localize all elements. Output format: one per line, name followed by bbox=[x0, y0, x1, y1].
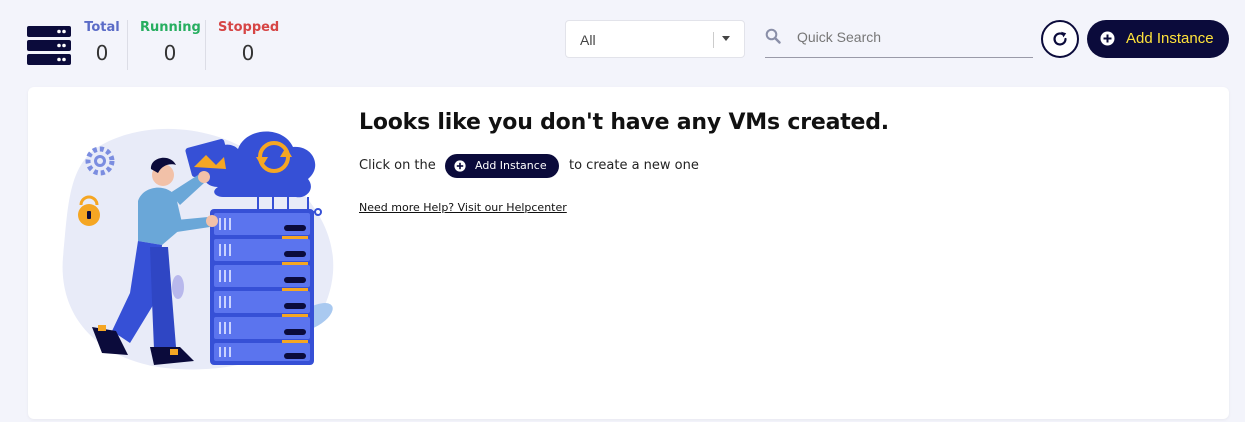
add-instance-button[interactable]: Add Instance bbox=[1087, 20, 1229, 58]
helpcenter-link[interactable]: Need more Help? Visit our Helpcenter bbox=[359, 201, 567, 214]
empty-state-card: Looks like you don't have any VMs create… bbox=[28, 87, 1229, 419]
stat-total-label: Total bbox=[84, 20, 120, 35]
plus-circle-icon bbox=[1100, 31, 1115, 46]
stat-stopped: Stopped 0 bbox=[218, 20, 280, 65]
divider bbox=[127, 20, 128, 70]
inline-add-instance-button[interactable]: Add Instance bbox=[445, 154, 559, 178]
inline-add-instance-label: Add Instance bbox=[475, 159, 547, 172]
search-box bbox=[765, 20, 1033, 58]
plus-circle-icon bbox=[454, 160, 466, 172]
stat-stopped-value: 0 bbox=[241, 41, 255, 65]
stat-total-value: 0 bbox=[95, 41, 109, 65]
stat-running-value: 0 bbox=[163, 41, 177, 65]
search-input[interactable] bbox=[797, 24, 1027, 50]
divider bbox=[205, 20, 206, 70]
stat-running-label: Running bbox=[140, 20, 201, 35]
chevron-down-icon[interactable] bbox=[722, 36, 730, 41]
status-filter-value: All bbox=[580, 32, 596, 48]
stat-total: Total 0 bbox=[84, 20, 120, 65]
select-separator bbox=[713, 32, 714, 48]
status-filter-select[interactable]: All bbox=[565, 20, 745, 58]
empty-state-headline: Looks like you don't have any VMs create… bbox=[359, 110, 889, 135]
stat-running: Running 0 bbox=[140, 20, 201, 65]
message-suffix: to create a new one bbox=[569, 158, 699, 173]
empty-state-illustration bbox=[62, 128, 334, 370]
server-stack-icon bbox=[27, 26, 71, 66]
stat-stopped-label: Stopped bbox=[218, 20, 280, 35]
refresh-button[interactable] bbox=[1041, 20, 1079, 58]
refresh-icon bbox=[1053, 31, 1067, 46]
search-icon bbox=[765, 28, 781, 44]
add-instance-label: Add Instance bbox=[1126, 30, 1214, 47]
message-prefix: Click on the bbox=[359, 158, 436, 173]
